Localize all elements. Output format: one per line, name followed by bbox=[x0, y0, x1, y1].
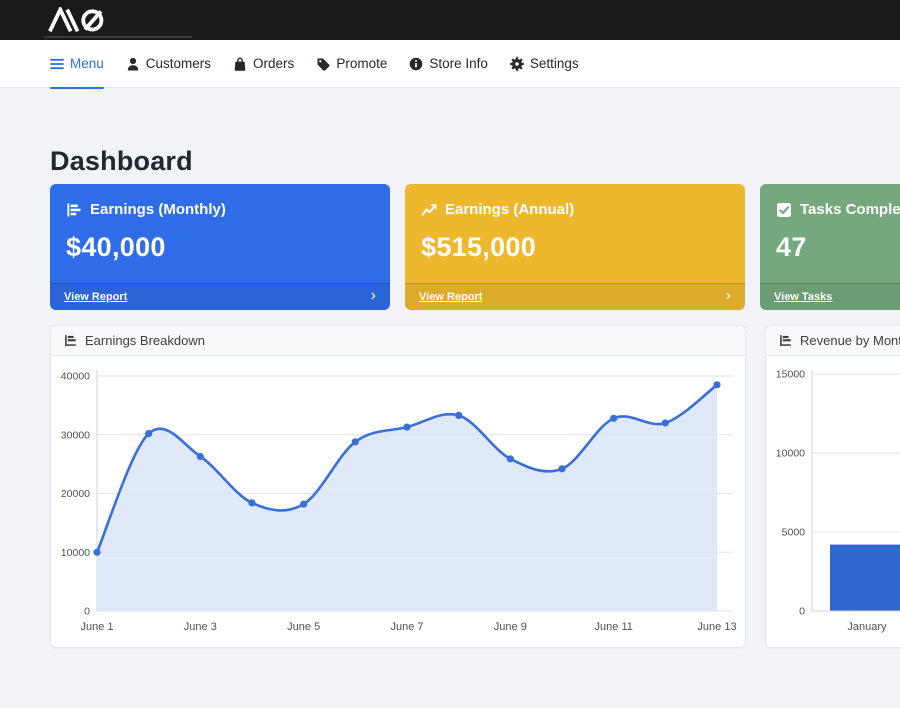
shopping-bag-icon bbox=[233, 57, 247, 71]
svg-text:15000: 15000 bbox=[776, 369, 805, 381]
chart-title: Earnings Breakdown bbox=[85, 333, 205, 348]
stat-card-value: $515,000 bbox=[405, 218, 745, 263]
stat-card-earnings-annual: Earnings (Annual) $515,000 View Report › bbox=[405, 184, 745, 310]
bar-chart-icon bbox=[66, 202, 82, 218]
stat-card-header: Earnings (Annual) bbox=[405, 184, 745, 218]
active-tab-indicator bbox=[50, 87, 104, 89]
stat-card-value: $40,000 bbox=[50, 218, 390, 263]
nav-item-promote[interactable]: Promote bbox=[316, 40, 387, 88]
page-title: Dashboard bbox=[50, 146, 193, 177]
revenue-by-month-card: Revenue by Month 0 5000 10000 15000 January bbox=[765, 325, 900, 648]
main-navbar: Menu Customers Orders Promote bbox=[0, 40, 900, 88]
info-circle-icon bbox=[409, 57, 423, 71]
logo-underline bbox=[44, 36, 192, 38]
line-chart-area: 0 10000 20000 30000 40000 June 1 June 3 June 5 J… bbox=[51, 356, 745, 647]
stat-card-title: Earnings (Annual) bbox=[445, 201, 574, 218]
nav-label-promote: Promote bbox=[336, 56, 387, 71]
stat-card-value: 47 bbox=[760, 218, 900, 263]
svg-text:January: January bbox=[847, 621, 887, 633]
dashboard-app: Menu Customers Orders Promote bbox=[0, 0, 900, 708]
top-black-bar bbox=[0, 0, 900, 40]
chart-card-header: Revenue by Month bbox=[766, 326, 900, 356]
svg-text:20000: 20000 bbox=[61, 488, 90, 500]
nav-label-customers: Customers bbox=[146, 56, 211, 71]
view-tasks-label[interactable]: View Tasks bbox=[774, 291, 832, 303]
svg-text:June 11: June 11 bbox=[595, 621, 633, 633]
nav-label-orders: Orders bbox=[253, 56, 294, 71]
earnings-breakdown-chart: 0 10000 20000 30000 40000 June 1 June 3 June 5 J… bbox=[51, 356, 745, 647]
svg-text:10000: 10000 bbox=[61, 547, 90, 559]
nav-item-store-info[interactable]: Store Info bbox=[409, 40, 488, 88]
svg-text:June 3: June 3 bbox=[184, 621, 217, 633]
view-report-label[interactable]: View Report bbox=[419, 291, 482, 303]
view-tasks-link[interactable]: View Tasks › bbox=[760, 283, 900, 310]
bar-chart-area: 0 5000 10000 15000 January bbox=[766, 356, 900, 647]
chart-card-header: Earnings Breakdown bbox=[51, 326, 745, 356]
earnings-breakdown-card: Earnings Breakdown 0 10000 20000 30000 40000… bbox=[50, 325, 746, 648]
gear-icon bbox=[510, 57, 524, 71]
stat-card-title: Earnings (Monthly) bbox=[90, 201, 226, 218]
aq-logo-icon bbox=[44, 7, 132, 33]
svg-text:June 9: June 9 bbox=[494, 621, 527, 633]
chart-title: Revenue by Month bbox=[800, 333, 900, 348]
view-report-label[interactable]: View Report bbox=[64, 291, 127, 303]
tag-icon bbox=[316, 57, 330, 71]
check-square-icon bbox=[776, 202, 792, 218]
nav-item-settings[interactable]: Settings bbox=[510, 40, 579, 88]
bar-chart-icon bbox=[64, 334, 77, 347]
nav-item-menu[interactable]: Menu bbox=[50, 40, 104, 88]
svg-text:June 7: June 7 bbox=[390, 621, 423, 633]
bar-chart-icon bbox=[779, 334, 792, 347]
svg-text:June 5: June 5 bbox=[287, 621, 320, 633]
view-report-link[interactable]: View Report › bbox=[50, 283, 390, 310]
svg-text:June 13: June 13 bbox=[697, 621, 736, 633]
svg-text:5000: 5000 bbox=[782, 527, 806, 539]
view-report-link[interactable]: View Report › bbox=[405, 283, 745, 310]
nav-item-customers[interactable]: Customers bbox=[126, 40, 211, 88]
chevron-right-icon: › bbox=[371, 288, 376, 304]
svg-text:0: 0 bbox=[799, 606, 805, 618]
hamburger-icon bbox=[50, 57, 64, 71]
chevron-right-icon: › bbox=[726, 288, 731, 304]
svg-text:10000: 10000 bbox=[776, 448, 805, 460]
line-chart-icon bbox=[421, 202, 437, 218]
nav-label-menu: Menu bbox=[70, 56, 104, 71]
nav-item-orders[interactable]: Orders bbox=[233, 40, 294, 88]
stat-card-header: Earnings (Monthly) bbox=[50, 184, 390, 218]
revenue-by-month-chart: 0 5000 10000 15000 January bbox=[766, 356, 900, 647]
stat-card-title: Tasks Completed bbox=[800, 201, 900, 218]
brand-logo[interactable] bbox=[44, 7, 132, 33]
person-icon bbox=[126, 57, 140, 71]
nav-label-store-info: Store Info bbox=[429, 56, 488, 71]
stat-card-tasks-completed: Tasks Completed 47 View Tasks › bbox=[760, 184, 900, 310]
stat-card-header: Tasks Completed bbox=[760, 184, 900, 218]
svg-text:30000: 30000 bbox=[61, 429, 90, 441]
svg-text:40000: 40000 bbox=[61, 371, 90, 383]
svg-text:0: 0 bbox=[84, 606, 90, 618]
stat-card-earnings-monthly: Earnings (Monthly) $40,000 View Report › bbox=[50, 184, 390, 310]
svg-text:June 1: June 1 bbox=[80, 621, 113, 633]
nav-label-settings: Settings bbox=[530, 56, 579, 71]
